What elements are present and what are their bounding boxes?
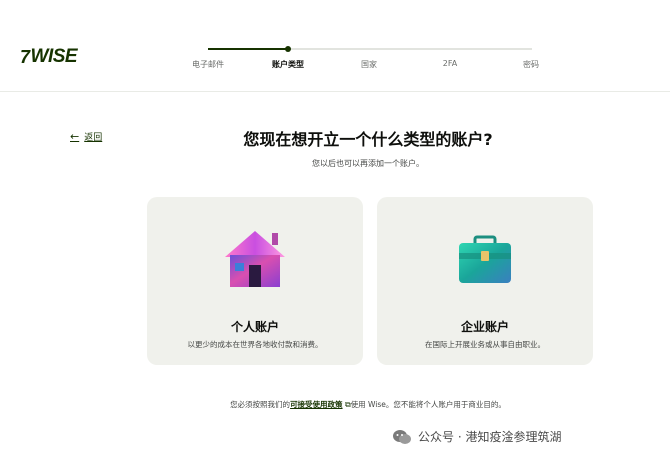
personal-card-desc: 以更少的成本在世界各地收付款和消费。 <box>187 340 323 349</box>
step-password: 密码 <box>523 60 539 69</box>
wechat-watermark: 公众号 · 港知疫淦参理筑湖 <box>392 428 561 445</box>
personal-account-card[interactable]: 个人账户 以更少的成本在世界各地收付款和消费。 <box>147 197 363 365</box>
stepper-progress <box>208 48 288 50</box>
house-icon <box>225 231 285 287</box>
policy-link[interactable]: 可接受使用政策 <box>290 400 343 409</box>
watermark-text: 公众号 · 港知疫淦参理筑湖 <box>418 430 562 444</box>
page-title: 您现在想开立一个什么类型的账户? <box>243 130 493 149</box>
progress-stepper: 电子邮件 账户类型 国家 2FA 密码 <box>0 42 670 82</box>
page-subtitle: 您以后也可以再添加一个账户。 <box>312 159 424 168</box>
business-account-card[interactable]: 企业账户 在国际上开展业务或从事自由职业。 <box>377 197 593 365</box>
briefcase-icon <box>459 235 511 283</box>
wechat-icon <box>393 429 411 444</box>
business-card-desc: 在国际上开展业务或从事自由职业。 <box>425 340 545 349</box>
step-country: 国家 <box>361 60 377 69</box>
step-2fa: 2FA <box>442 59 458 68</box>
stepper-current-dot <box>285 46 291 52</box>
policy-prefix: 您必须按照我们的 <box>230 400 291 409</box>
top-header: 7 WISE 电子邮件 账户类型 国家 2FA 密码 <box>0 0 670 92</box>
step-account-type: 账户类型 <box>272 60 304 69</box>
business-card-title: 企业账户 <box>460 320 509 334</box>
policy-suffix: 使用 Wise。您不能将个人账户用于商业目的。 <box>350 400 506 409</box>
usage-policy-notice: 您必须按照我们的可接受使用政策 ⧉使用 Wise。您不能将个人账户用于商业目的。 <box>0 399 670 410</box>
step-email: 电子邮件 <box>192 60 224 69</box>
personal-card-title: 个人账户 <box>230 320 279 334</box>
